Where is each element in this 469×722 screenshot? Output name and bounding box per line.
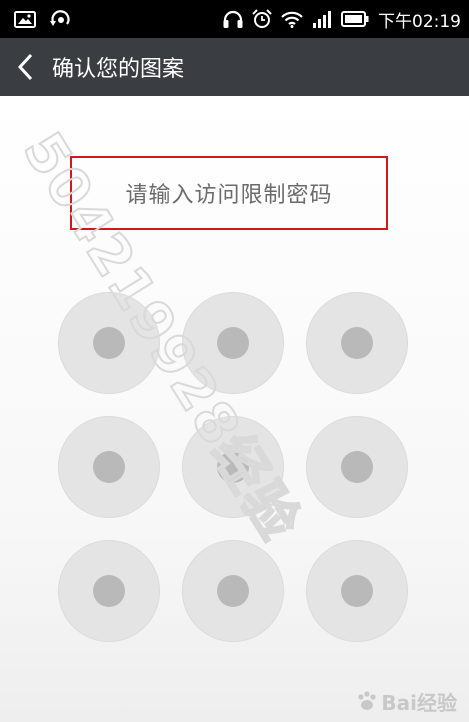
chevron-left-icon [17,53,33,81]
pattern-dot-center [217,327,249,359]
pattern-grid [0,96,469,722]
status-bar: 下午02:19 [0,0,469,38]
pattern-dot-7[interactable] [58,540,160,642]
battery-icon [341,11,369,27]
pattern-dot-center [93,575,125,607]
pattern-dot-5[interactable] [182,416,284,518]
pattern-dot-2[interactable] [182,292,284,394]
pattern-dot-3[interactable] [306,292,408,394]
status-left [14,9,86,29]
status-right: 下午02:19 [214,7,461,32]
page-title: 确认您的图案 [52,57,185,82]
pattern-dot-1[interactable] [58,292,160,394]
pattern-dot-8[interactable] [182,540,284,642]
pattern-dot-center [341,575,373,607]
pattern-screen: 请输入访问限制密码 [0,96,469,722]
pattern-dot-center [217,575,249,607]
title-bar: 确认您的图案 [0,38,469,96]
status-time: 下午02:19 [378,11,461,32]
sync-icon [50,10,70,26]
image-icon [14,10,36,28]
pattern-dot-center [93,327,125,359]
wifi-icon [281,11,303,28]
pattern-dot-center [341,327,373,359]
pattern-dot-6[interactable] [306,416,408,518]
pattern-dot-4[interactable] [58,416,160,518]
back-button[interactable] [0,38,50,96]
alarm-icon [252,9,272,28]
pattern-dot-9[interactable] [306,540,408,642]
headphones-icon [223,10,243,28]
pattern-dot-center [341,451,373,483]
signal-icon [313,11,331,28]
pattern-dot-center [93,451,125,483]
pattern-dot-center [217,451,249,483]
